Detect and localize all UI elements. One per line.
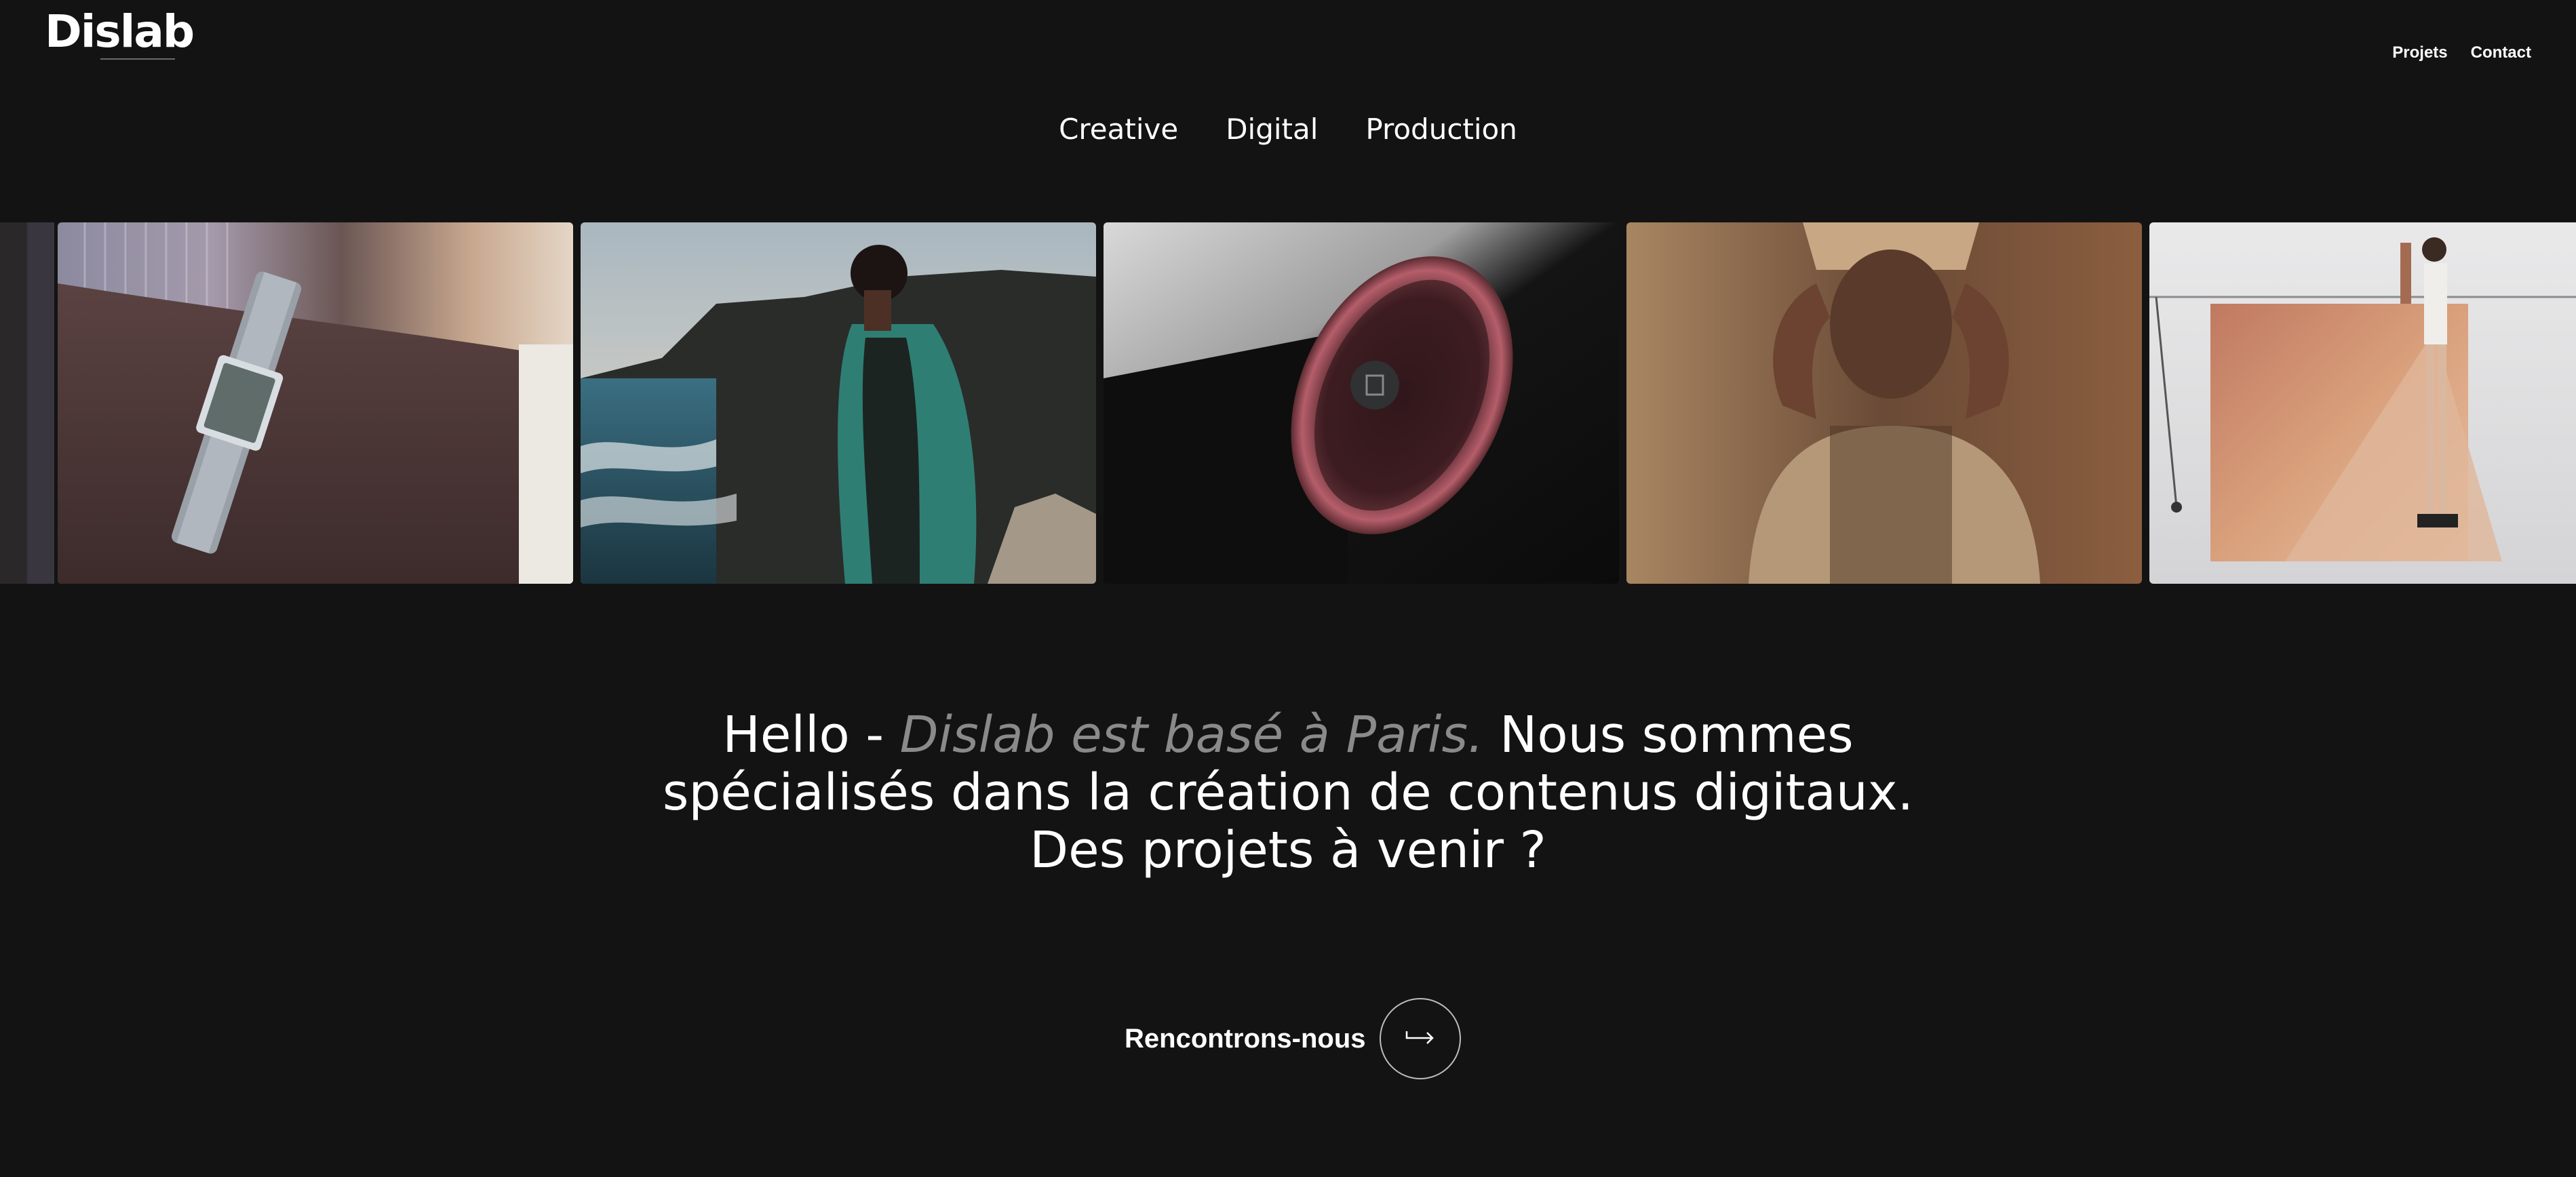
gallery-image-watch[interactable]: [58, 222, 573, 584]
arrow-right-icon: [1404, 1029, 1437, 1050]
page: Dislab Projets Contact Creative Digital …: [0, 0, 2576, 1177]
contact-cta[interactable]: Rencontrons-nous: [1125, 998, 1461, 1079]
top-nav: Projets Contact: [2392, 43, 2531, 62]
intro-highlight: Dislab est basé à Paris.: [899, 706, 1484, 764]
cta-label[interactable]: Rencontrons-nous: [1125, 1024, 1366, 1054]
intro-text: Hello - Dislab est basé à Paris. Nous so…: [0, 706, 2576, 879]
nav-link-projets[interactable]: Projets: [2392, 43, 2447, 62]
gallery-image-portrait[interactable]: [1626, 222, 2142, 584]
gallery-image-seaside[interactable]: [581, 222, 1096, 584]
category-creative[interactable]: Creative: [1059, 113, 1178, 146]
intro-rest: Nous sommes: [1483, 706, 1854, 764]
category-nav: Creative Digital Production: [0, 113, 2576, 146]
intro-line-1: Hello - Dislab est basé à Paris. Nous so…: [0, 706, 2576, 764]
gallery-image-studio[interactable]: [2149, 222, 2576, 584]
nav-link-contact[interactable]: Contact: [2471, 43, 2531, 62]
cta-circle-button[interactable]: [1379, 998, 1461, 1079]
category-production[interactable]: Production: [1365, 113, 1517, 146]
logo[interactable]: Dislab: [45, 9, 195, 54]
intro-lead: Hello -: [722, 706, 900, 764]
intro-line-3: Des projets à venir ?: [1030, 821, 1546, 879]
intro-line-2: spécialisés dans la création de contenus…: [662, 763, 1914, 822]
gallery-image-edge[interactable]: [0, 222, 54, 584]
logo-underline: [100, 58, 175, 60]
project-gallery: [0, 222, 2576, 584]
category-digital[interactable]: Digital: [1226, 113, 1318, 146]
gallery-image-product[interactable]: [1104, 222, 1619, 584]
